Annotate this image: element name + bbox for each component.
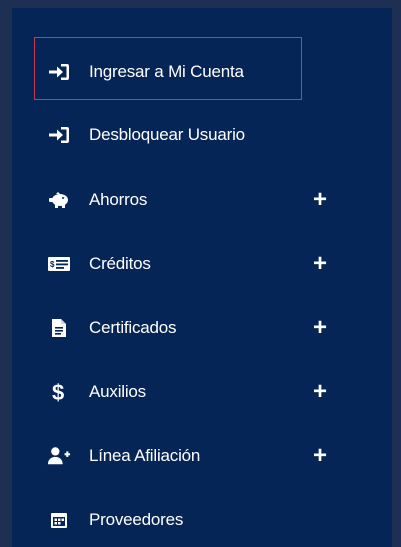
menu-item-certificados[interactable]: Certificados + xyxy=(12,302,392,354)
menu-item-label: Proveedores xyxy=(89,510,184,529)
menu-item-creditos[interactable]: $ Créditos + xyxy=(12,238,392,290)
sign-in-icon xyxy=(47,60,71,84)
dollar-icon: $ xyxy=(47,380,71,404)
piggy-bank-icon xyxy=(47,188,71,212)
menu-item-label: Certificados xyxy=(89,318,177,337)
user-plus-icon xyxy=(47,444,71,468)
document-icon xyxy=(47,316,71,340)
side-menu: Ingresar a Mi Cuenta Desbloquear Usuario xyxy=(12,8,392,547)
money-bill-icon: $ xyxy=(47,252,71,276)
expand-plus-icon[interactable]: + xyxy=(313,252,327,276)
menu-item-label: Desbloquear Usuario xyxy=(89,125,245,144)
menu-item-label: Ingresar a Mi Cuenta xyxy=(89,62,244,81)
calendar-icon xyxy=(47,508,71,532)
menu-item-label: Línea Afiliación xyxy=(89,446,201,465)
menu-item-label: Ahorros xyxy=(89,190,148,209)
expand-plus-icon[interactable]: + xyxy=(313,316,327,340)
menu-item-linea-afiliacion[interactable]: Línea Afiliación + xyxy=(12,430,392,482)
menu-item-auxilios[interactable]: $ Auxilios + xyxy=(12,366,392,418)
menu-item-proveedores[interactable]: Proveedores xyxy=(12,494,392,546)
menu-item-desbloquear[interactable]: Desbloquear Usuario xyxy=(12,109,392,161)
sign-in-icon xyxy=(47,123,71,147)
expand-plus-icon[interactable]: + xyxy=(313,380,327,404)
expand-plus-icon[interactable]: + xyxy=(313,188,327,212)
menu-item-ingresar[interactable]: Ingresar a Mi Cuenta xyxy=(12,46,392,98)
menu-item-label: Auxilios xyxy=(89,382,146,401)
svg-text:$: $ xyxy=(50,260,55,269)
page-background: Ingresar a Mi Cuenta Desbloquear Usuario xyxy=(0,0,401,547)
menu-item-ahorros[interactable]: Ahorros + xyxy=(12,174,392,226)
menu-item-label: Créditos xyxy=(89,254,151,273)
expand-plus-icon[interactable]: + xyxy=(313,444,327,468)
svg-text:$: $ xyxy=(52,380,64,404)
